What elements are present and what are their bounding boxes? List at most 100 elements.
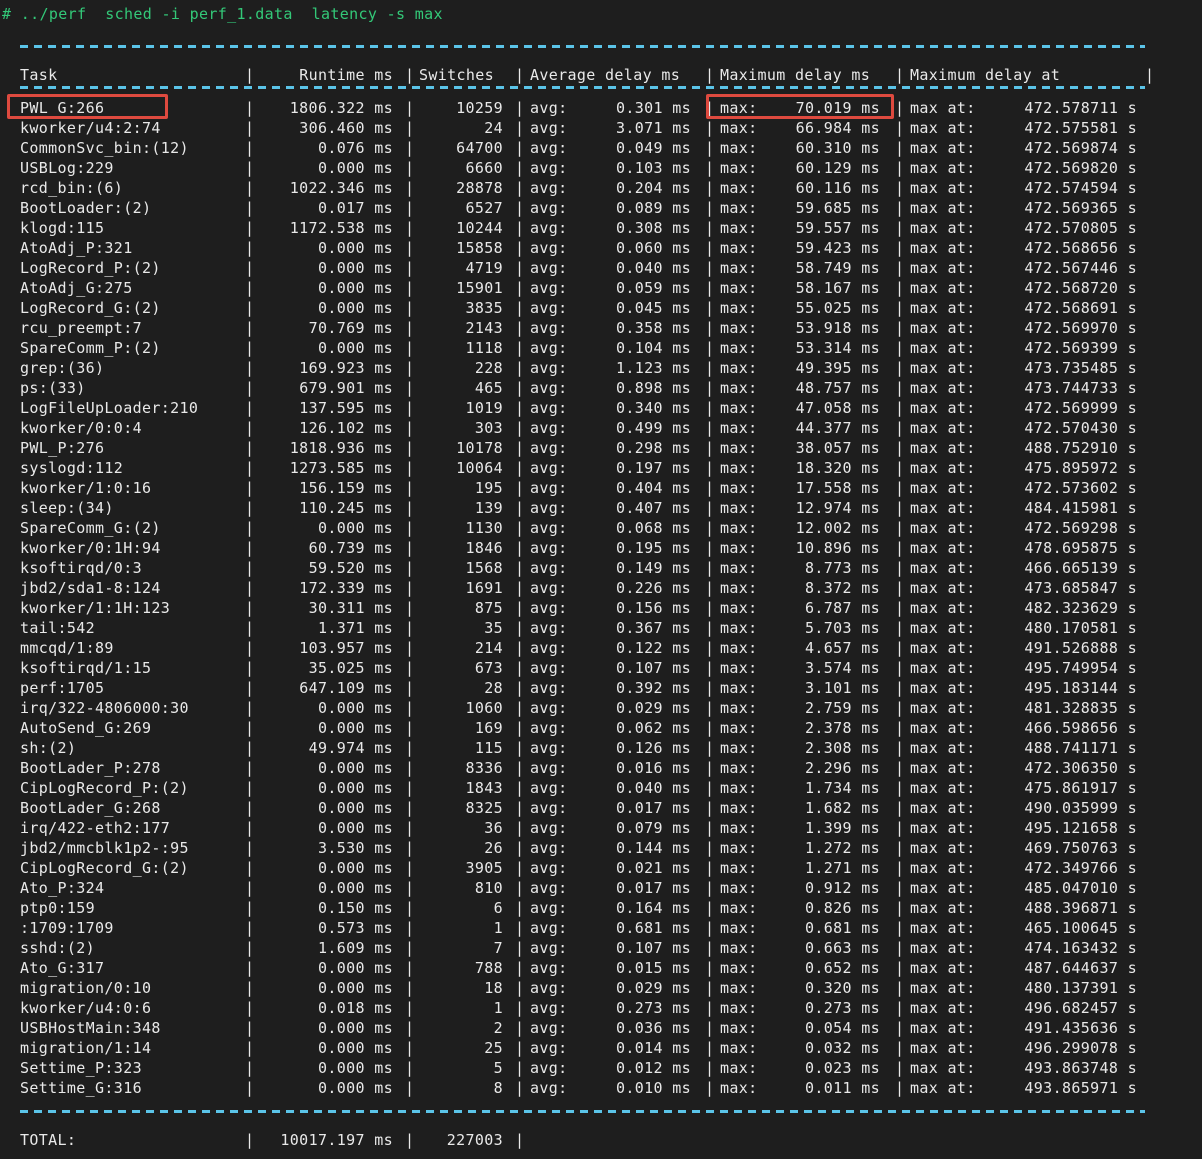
average-delay-cell: avg: 0.226 ms — [525, 578, 705, 598]
average-delay-cell: avg: 0.404 ms — [525, 478, 705, 498]
table-row: Settime_P:323 | 0.000 ms | 5 | avg: 0.012 ms | ma… — [0, 1058, 1202, 1078]
max-label: max: — [720, 199, 758, 217]
runtime-value: 156.159 ms — [299, 479, 393, 497]
column-separator: | — [895, 339, 905, 357]
column-separator: | — [245, 259, 255, 277]
max-value: 8.372 ms — [804, 579, 880, 597]
max-label: max: — [720, 399, 758, 417]
max-label: max: — [720, 439, 758, 457]
switches-value: 10178 — [456, 439, 503, 457]
column-separator: | — [895, 279, 905, 297]
column-separator: | — [245, 479, 255, 497]
avg-label: avg: — [530, 699, 568, 717]
avg-label: avg: — [530, 979, 568, 997]
column-separator: | — [705, 299, 715, 317]
max-at-label: max at: — [910, 839, 976, 857]
runtime-value: 1273.585 ms — [289, 459, 393, 477]
maximum-delay-at-cell: max at: 493.863748 s — [905, 1058, 1145, 1078]
switches-value: 3905 — [465, 859, 503, 877]
max-label: max: — [720, 659, 758, 677]
column-separator: | — [895, 739, 905, 757]
max-value: 53.314 ms — [795, 339, 880, 357]
avg-label: avg: — [530, 779, 568, 797]
avg-label: avg: — [530, 1019, 568, 1037]
header-maximum-delay: Maximum delay ms — [720, 66, 871, 84]
column-separator: | — [405, 659, 415, 677]
max-value: 59.557 ms — [795, 219, 880, 237]
maximum-delay-cell: max: 3.574 ms — [715, 658, 895, 678]
column-separator: | — [705, 539, 715, 557]
column-separator: | — [405, 279, 415, 297]
average-delay-cell: avg: 0.499 ms — [525, 418, 705, 438]
task-name: kworker/1:0:16 — [20, 479, 152, 497]
max-at-value: 480.170581 s — [1024, 619, 1137, 637]
column-separator: | — [705, 1059, 715, 1077]
switches-value: 26 — [484, 839, 503, 857]
maximum-delay-cell: max: 55.025 ms — [715, 298, 895, 318]
column-separator: | — [895, 519, 905, 537]
column-separator: | — [405, 739, 415, 757]
max-label: max: — [720, 739, 758, 757]
column-separator: | — [705, 659, 715, 677]
terminal-screen[interactable]: # ../perf sched -i perf_1.data latency -… — [0, 0, 1202, 1159]
runtime-value: 137.595 ms — [299, 399, 393, 417]
column-separator: | — [705, 679, 715, 697]
avg-label: avg: — [530, 519, 568, 537]
runtime-value: 0.000 ms — [317, 699, 393, 717]
column-separator: | — [515, 739, 525, 757]
max-at-label: max at: — [910, 439, 976, 457]
table-row: SpareComm_P:(2) | 0.000 ms | 1118 | avg: 0.104 … — [0, 338, 1202, 358]
max-at-value: 491.526888 s — [1024, 639, 1137, 657]
max-value: 0.011 ms — [804, 1079, 880, 1097]
average-delay-cell: avg: 0.898 ms — [525, 378, 705, 398]
max-at-value: 472.567446 s — [1024, 259, 1137, 277]
column-separator: | — [705, 619, 715, 637]
max-label: max: — [720, 819, 758, 837]
runtime-value: 3.530 ms — [317, 839, 393, 857]
maximum-delay-cell: max: 1.272 ms — [715, 838, 895, 858]
average-delay-cell: avg: 0.273 ms — [525, 998, 705, 1018]
maximum-delay-cell: max: 59.557 ms — [715, 218, 895, 238]
max-value: 47.058 ms — [795, 399, 880, 417]
maximum-delay-cell: max: 8.773 ms — [715, 558, 895, 578]
table-row: AtoAdj_G:275 | 0.000 ms | 15901 | avg: 0.059 ms… — [0, 278, 1202, 298]
avg-value: 0.045 ms — [615, 299, 691, 317]
average-delay-cell: avg: 0.015 ms — [525, 958, 705, 978]
avg-label: avg: — [530, 119, 568, 137]
runtime-value: 172.339 ms — [299, 579, 393, 597]
average-delay-cell: avg: 0.014 ms — [525, 1038, 705, 1058]
column-separator: | — [895, 319, 905, 337]
average-delay-cell: avg: 0.195 ms — [525, 538, 705, 558]
column-separator: | — [405, 999, 415, 1017]
switches-value: 1568 — [465, 559, 503, 577]
avg-value: 0.340 ms — [615, 399, 691, 417]
task-name: Settime_G:316 — [20, 1079, 142, 1097]
avg-value: 0.367 ms — [615, 619, 691, 637]
table-row: CommonSvc_bin:(12) | 0.076 ms | 64700 | avg: 0.… — [0, 138, 1202, 158]
column-separator: | — [405, 99, 415, 117]
column-separator: | — [515, 699, 525, 717]
avg-value: 0.029 ms — [615, 699, 691, 717]
switches-value: 1130 — [465, 519, 503, 537]
average-delay-cell: avg: 0.060 ms — [525, 238, 705, 258]
column-separator: | — [705, 739, 715, 757]
column-separator: | — [515, 339, 525, 357]
maximum-delay-at-cell: max at: 472.574594 s — [905, 178, 1145, 198]
column-separator: | — [705, 459, 715, 477]
max-label: max: — [720, 579, 758, 597]
table-row: USBHostMain:348 | 0.000 ms | 2 | avg: 0.036 ms |… — [0, 1018, 1202, 1038]
column-separator: | — [515, 859, 525, 877]
average-delay-cell: avg: 0.010 ms — [525, 1078, 705, 1098]
avg-label: avg: — [530, 399, 568, 417]
column-separator: | — [515, 579, 525, 597]
avg-label: avg: — [530, 419, 568, 437]
maximum-delay-at-cell: max at: 472.568656 s — [905, 238, 1145, 258]
column-separator: | — [515, 639, 525, 657]
column-separator: | — [515, 419, 525, 437]
max-value: 58.749 ms — [795, 259, 880, 277]
avg-label: avg: — [530, 679, 568, 697]
task-name: Ato_P:324 — [20, 879, 105, 897]
maximum-delay-cell: max: 0.663 ms — [715, 938, 895, 958]
task-name: kworker/1:1H:123 — [20, 599, 171, 617]
avg-label: avg: — [530, 939, 568, 957]
